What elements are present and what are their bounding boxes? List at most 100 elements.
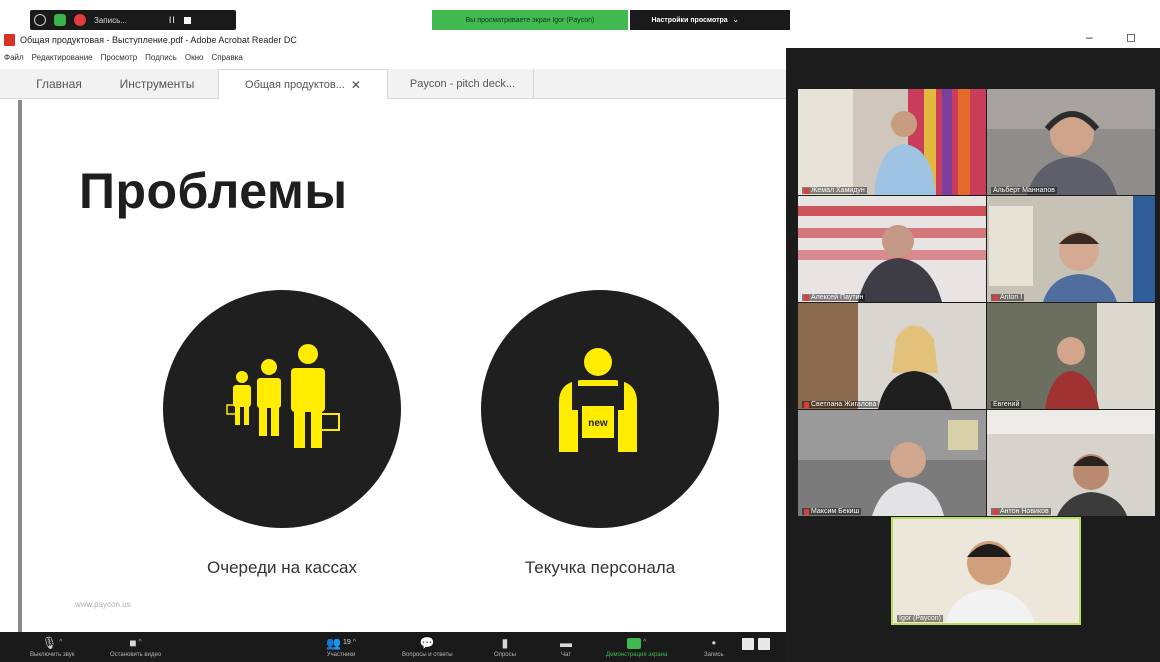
participant-video bbox=[798, 410, 986, 516]
video-tile-active-speaker[interactable]: Igor (Paycon) bbox=[891, 517, 1081, 625]
maximize-button[interactable]: ◻ bbox=[1126, 30, 1136, 44]
mic-muted-icon bbox=[993, 508, 998, 515]
window-title-bar: Общая продуктовая - Выступление.pdf - Ad… bbox=[0, 31, 786, 48]
caption-staff-turnover: Текучка персонала bbox=[524, 558, 676, 577]
qa-button[interactable]: 💬 Вопросы и ответы bbox=[402, 636, 453, 658]
minimize-button[interactable]: – bbox=[1086, 30, 1093, 44]
meeting-toolbar: 🎙 ^ Выключить звук ■ ^ Остановить видео 👥 1… bbox=[0, 632, 786, 662]
view-settings-label: Настройки просмотра bbox=[651, 16, 728, 24]
menu-help[interactable]: Справка bbox=[211, 53, 242, 62]
menu-window[interactable]: Окно bbox=[185, 53, 204, 62]
new-badge-text: new bbox=[588, 418, 608, 429]
mic-muted-icon bbox=[804, 401, 809, 408]
mic-muted-icon bbox=[804, 187, 809, 194]
screen-share-banner: Вы просматриваете экран Igor (Paycon) bbox=[432, 10, 628, 30]
view-layout-buttons bbox=[742, 638, 770, 650]
tab-document-active[interactable]: Общая продуктов... ✕ bbox=[218, 69, 388, 99]
recording-label: Запись... bbox=[94, 15, 127, 25]
close-icon[interactable]: ✕ bbox=[351, 78, 361, 92]
tab-home[interactable]: Главная bbox=[24, 69, 94, 99]
polls-button[interactable]: ▮ Опросы bbox=[494, 636, 516, 658]
queue-circle bbox=[163, 290, 401, 528]
video-tile[interactable]: Алексей Паутин bbox=[798, 196, 986, 302]
video-tile[interactable]: Anton I bbox=[987, 196, 1155, 302]
share-screen-icon bbox=[627, 637, 641, 649]
participant-name: Светлана Жигалова bbox=[802, 401, 879, 408]
polls-icon: ▮ bbox=[501, 636, 509, 650]
info-icon[interactable] bbox=[34, 14, 46, 26]
participant-video bbox=[987, 196, 1155, 302]
participant-name: Igor (Paycon) bbox=[897, 615, 944, 622]
chevron-down-icon: ⌄ bbox=[732, 17, 739, 24]
participant-video bbox=[798, 89, 986, 195]
menu-sign[interactable]: Подпись bbox=[145, 53, 177, 62]
participant-video bbox=[987, 89, 1155, 195]
participant-video bbox=[987, 303, 1155, 409]
microphone-icon: 🎙 bbox=[41, 636, 58, 650]
gallery-view-icon[interactable] bbox=[742, 638, 754, 650]
tab-document-pitch-deck[interactable]: Paycon - pitch deck... bbox=[392, 69, 534, 99]
slide-title: Проблемы bbox=[79, 163, 348, 219]
participant-name: Антон Новиков bbox=[991, 508, 1051, 515]
new-employee-icon: new bbox=[559, 348, 637, 452]
participants-icon: 👥 bbox=[326, 636, 341, 650]
more-icon: • bbox=[711, 636, 716, 650]
participant-name: Альберт Маннапов bbox=[991, 187, 1057, 194]
zoom-meeting-controls: Запись... II bbox=[30, 10, 236, 30]
staff-turnover-circle: new bbox=[481, 290, 719, 528]
mic-muted-icon bbox=[993, 294, 998, 301]
chat-button[interactable]: ▬ Чат bbox=[560, 636, 572, 658]
stop-recording-button[interactable] bbox=[183, 16, 191, 24]
tab-bar: Главная Инструменты Общая продуктов... ✕… bbox=[0, 69, 786, 99]
document-left-border bbox=[18, 100, 22, 632]
record-icon bbox=[74, 14, 86, 26]
menu-bar: Файл Редактирование Просмотр Подпись Окн… bbox=[0, 49, 786, 66]
participant-video bbox=[798, 303, 986, 409]
video-tile[interactable]: Светлана Жигалова bbox=[798, 303, 986, 409]
speaker-view-icon[interactable] bbox=[758, 638, 770, 650]
chevron-up-icon[interactable]: ^ bbox=[353, 637, 356, 649]
participant-video bbox=[798, 196, 986, 302]
participant-name: Anton I bbox=[991, 294, 1025, 301]
mute-button[interactable]: 🎙 ^ Выключить звук bbox=[30, 636, 74, 658]
video-tile[interactable]: Жемал Хамидун bbox=[798, 89, 986, 195]
chevron-up-icon[interactable]: ^ bbox=[59, 637, 62, 649]
zoom-top-bar: Запись... II Вы просматриваете экран Igo… bbox=[0, 10, 1160, 30]
acrobat-pdf-icon bbox=[4, 33, 15, 46]
menu-view[interactable]: Просмотр bbox=[101, 53, 138, 62]
participant-name: Максим Бекиш bbox=[802, 508, 862, 515]
chat-icon: ▬ bbox=[560, 636, 572, 650]
zoom-top-bar-fill bbox=[760, 10, 790, 30]
caption-queues: Очереди на кассах bbox=[207, 558, 357, 577]
tab-tools[interactable]: Инструменты bbox=[102, 69, 212, 99]
qa-icon: 💬 bbox=[419, 636, 435, 650]
video-camera-icon: ■ bbox=[129, 636, 137, 650]
video-tile[interactable]: Евгений bbox=[987, 303, 1155, 409]
tab-document-label: Общая продуктов... bbox=[245, 78, 345, 91]
video-tile[interactable]: Альберт Маннапов bbox=[987, 89, 1155, 195]
participant-count: 19 bbox=[342, 639, 351, 646]
pause-recording-button[interactable]: II bbox=[169, 15, 176, 25]
slide-footer-url: www.paycon.us bbox=[75, 600, 131, 609]
video-tile[interactable]: Максим Бекиш bbox=[798, 410, 986, 516]
queue-people-icon bbox=[226, 344, 340, 448]
chevron-up-icon[interactable]: ^ bbox=[643, 637, 646, 649]
mic-muted-icon bbox=[804, 508, 809, 515]
window-title: Общая продуктовая - Выступление.pdf - Ad… bbox=[20, 34, 297, 45]
participant-video bbox=[893, 519, 1079, 623]
participant-video bbox=[987, 410, 1155, 516]
chevron-up-icon[interactable]: ^ bbox=[139, 637, 142, 649]
share-screen-button[interactable]: ^ Демонстрация экрана bbox=[606, 636, 667, 658]
participant-name: Евгений bbox=[991, 401, 1022, 408]
participants-button[interactable]: 👥 19 ^ Участники bbox=[326, 636, 356, 658]
mic-muted-icon bbox=[804, 294, 809, 301]
security-shield-icon[interactable] bbox=[54, 14, 66, 26]
participant-name: Жемал Хамидун bbox=[802, 187, 867, 194]
record-button[interactable]: • Запись bbox=[704, 636, 724, 658]
stop-video-button[interactable]: ■ ^ Остановить видео bbox=[110, 636, 161, 658]
view-settings-button[interactable]: Настройки просмотра ⌄ bbox=[630, 10, 760, 30]
video-tile[interactable]: Антон Новиков bbox=[987, 410, 1155, 516]
menu-edit[interactable]: Редактирование bbox=[32, 53, 93, 62]
menu-file[interactable]: Файл bbox=[4, 53, 24, 62]
participant-name: Алексей Паутин bbox=[802, 294, 866, 301]
